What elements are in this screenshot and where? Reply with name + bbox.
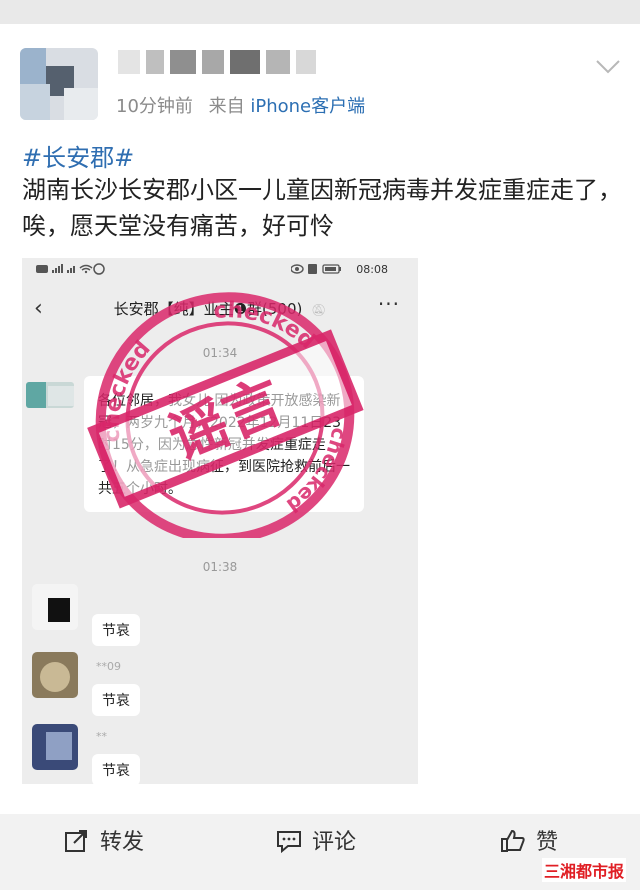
chevron-down-icon[interactable] bbox=[595, 58, 621, 76]
comment-icon bbox=[277, 831, 301, 854]
post-meta: 10分钟前 来自 iPhone客户端 bbox=[116, 92, 365, 118]
sender-avatar-4[interactable] bbox=[32, 724, 78, 770]
reply-bubble-1: 节哀 bbox=[92, 614, 140, 646]
sender-name-3: ** bbox=[96, 730, 107, 743]
reply-bubble-2: 节哀 bbox=[92, 684, 140, 716]
repost-icon bbox=[65, 830, 87, 852]
sender-name-2: **09 bbox=[96, 660, 121, 673]
comment-label: 评论 bbox=[312, 830, 357, 855]
avatar[interactable] bbox=[20, 48, 98, 120]
post-time: 10分钟前 bbox=[116, 96, 193, 117]
newspaper-watermark: 三湘都市报 bbox=[541, 858, 626, 882]
post-text: 湖南长沙长安郡小区一儿童因新冠病毒并发症重症走了，唉，愿天堂没有痛苦，好可怜 bbox=[22, 176, 622, 240]
thumbs-up-icon bbox=[501, 829, 525, 852]
reply-bubble-3: 节哀 bbox=[92, 754, 140, 784]
top-strip bbox=[0, 0, 640, 24]
hashtag-link[interactable]: #长安郡# bbox=[22, 138, 134, 173]
like-label: 赞 bbox=[536, 830, 559, 855]
repost-label: 转发 bbox=[100, 830, 145, 855]
username-blurred[interactable] bbox=[118, 50, 318, 76]
sender-avatar-2[interactable] bbox=[32, 584, 78, 630]
post-source[interactable]: iPhone客户端 bbox=[250, 96, 365, 117]
like-button[interactable]: 赞 bbox=[500, 824, 558, 856]
comment-button[interactable]: 评论 bbox=[276, 824, 356, 856]
sender-avatar-1[interactable] bbox=[26, 382, 74, 408]
chat-timestamp-2: 01:38 bbox=[202, 560, 238, 574]
rumor-stamp: checked checked checked 谣言 bbox=[70, 268, 374, 538]
sender-avatar-3[interactable] bbox=[32, 652, 78, 698]
repost-button[interactable]: 转发 bbox=[64, 824, 144, 856]
more-icon[interactable]: ··· bbox=[378, 292, 400, 316]
source-prefix: 来自 bbox=[208, 96, 245, 117]
